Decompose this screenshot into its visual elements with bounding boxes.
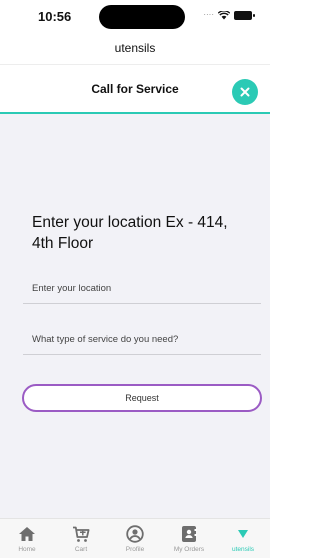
tab-label: Profile (125, 546, 145, 553)
tab-label: utensils (231, 546, 255, 553)
service-form: Enter your location Ex - 414, 4th Floor … (0, 114, 270, 518)
tab-label: Cart (74, 546, 88, 553)
cart-icon (72, 524, 90, 544)
request-button[interactable]: Request (22, 384, 262, 412)
page-title: Call for Service (91, 82, 179, 96)
tab-home[interactable]: Home (0, 519, 54, 558)
tab-label: My Orders (173, 546, 205, 553)
tab-cart[interactable]: Cart (54, 519, 108, 558)
close-icon (240, 87, 250, 97)
tab-label: Home (18, 546, 36, 553)
status-time: 10:56 (38, 9, 72, 24)
dynamic-island (99, 5, 185, 29)
battery-icon (234, 10, 255, 20)
location-prompt: Enter your location Ex - 414, 4th Floor (32, 214, 228, 252)
orders-icon (181, 524, 197, 544)
wifi-icon (218, 10, 230, 19)
close-button[interactable] (232, 79, 258, 105)
home-icon (18, 524, 36, 544)
page-header: Call for Service (0, 65, 270, 112)
app-title: utensils (114, 41, 156, 55)
tab-bar: Home Cart Profile My Orders utensils (0, 518, 270, 558)
tab-profile[interactable]: Profile (108, 519, 162, 558)
tab-my-orders[interactable]: My Orders (162, 519, 216, 558)
status-bar: 10:56 ···· (0, 0, 270, 34)
location-field[interactable] (23, 274, 261, 304)
profile-icon (126, 524, 144, 544)
location-input[interactable] (23, 274, 261, 303)
tab-utensils[interactable]: utensils (216, 519, 270, 558)
service-type-input[interactable] (23, 325, 261, 354)
status-icons: ···· (203, 10, 255, 20)
cellular-signal-icon: ···· (203, 10, 214, 19)
utensils-icon (237, 524, 249, 544)
service-field[interactable] (23, 325, 261, 355)
